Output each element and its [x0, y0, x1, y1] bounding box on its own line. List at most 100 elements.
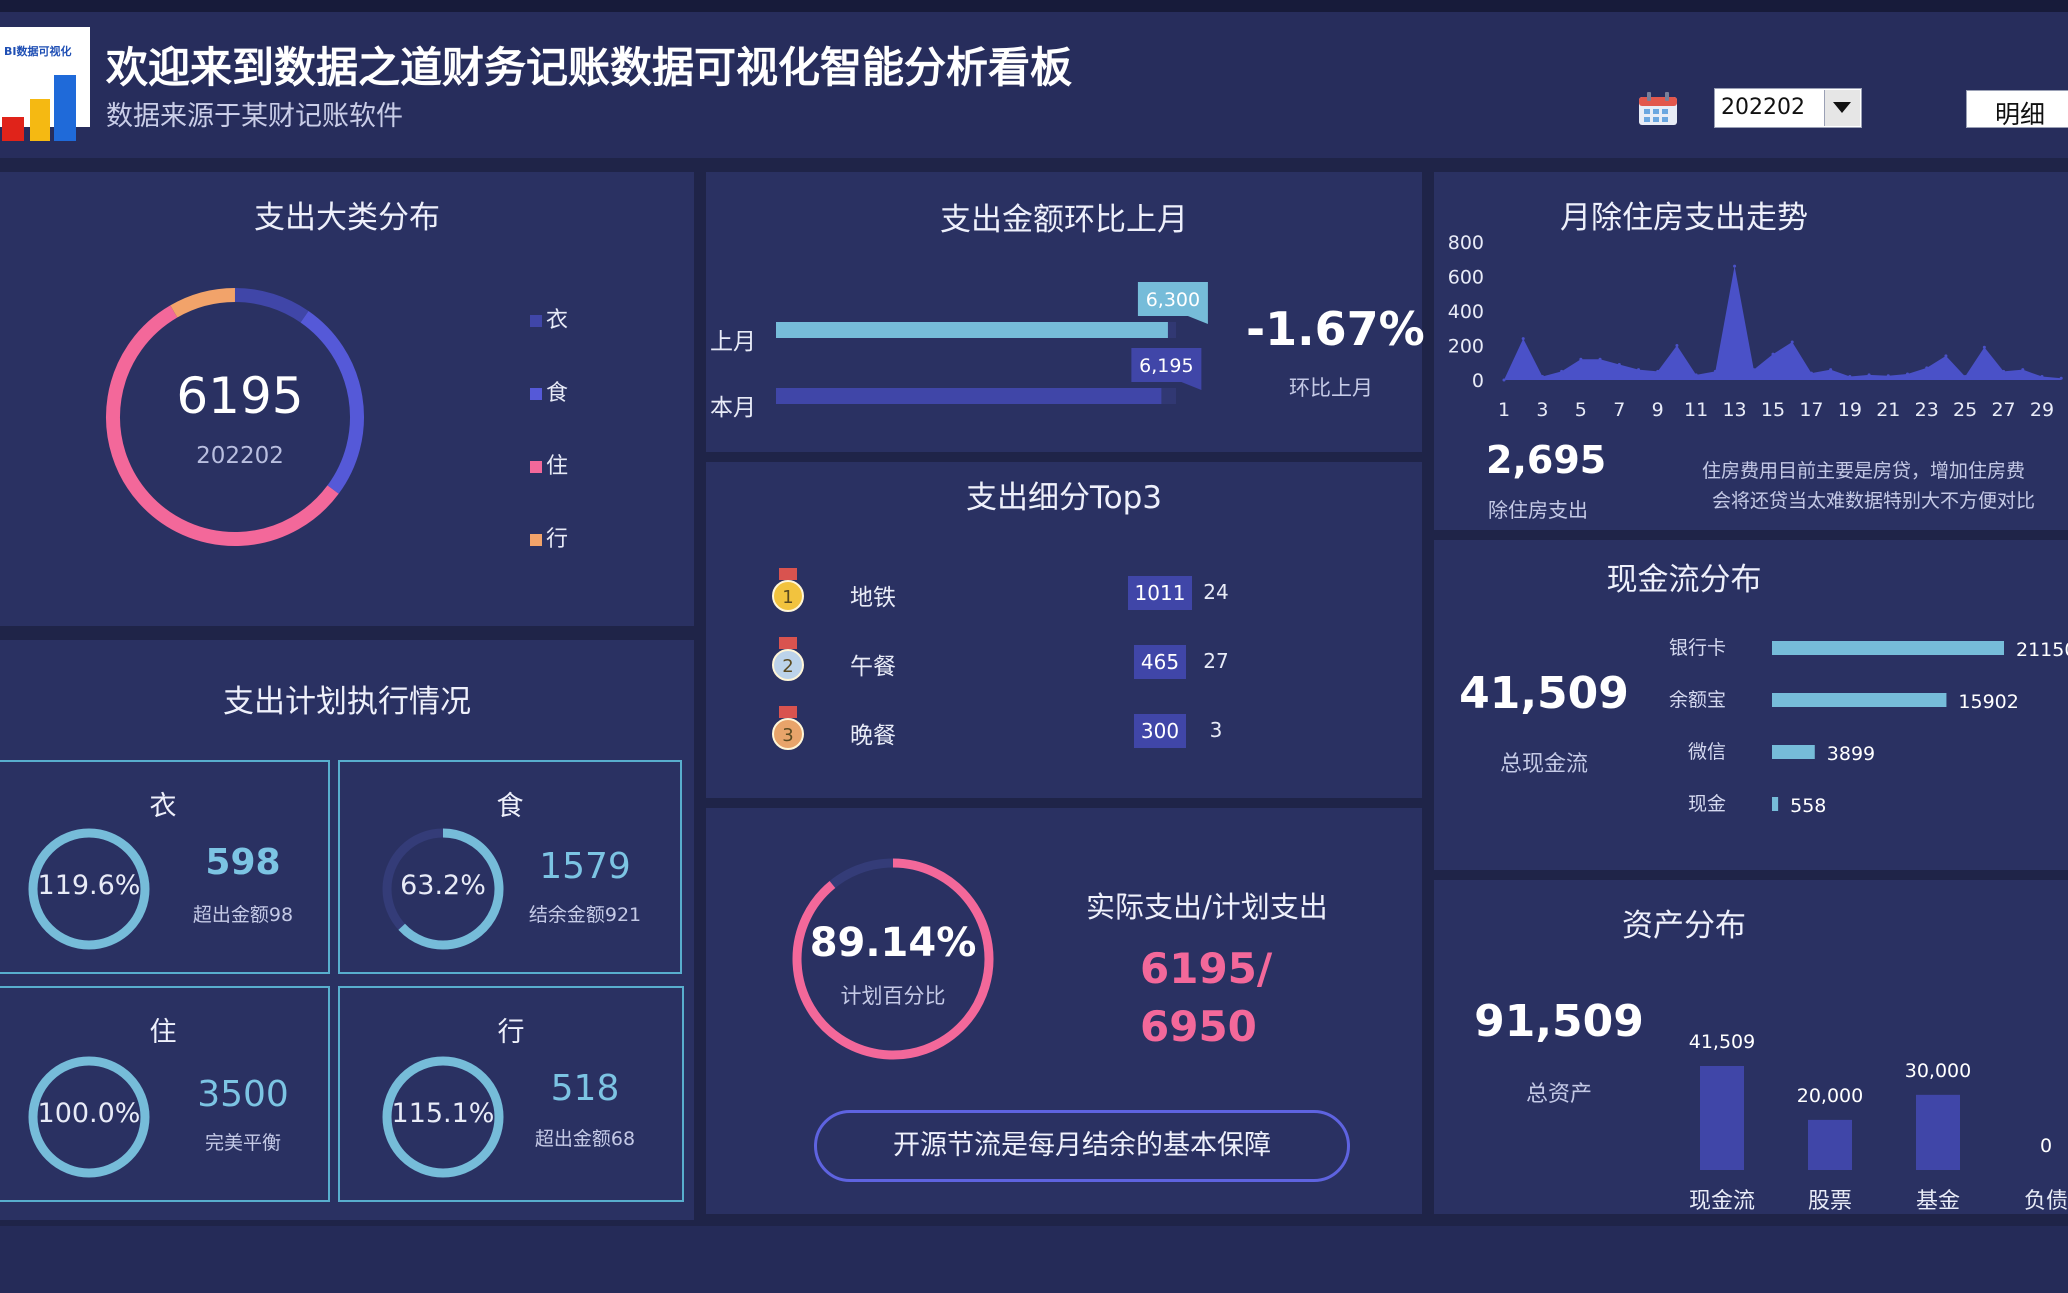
slogan-banner[interactable]: 开源节流是每月结余的基本保障 — [814, 1110, 1350, 1182]
asset-value-label: 30,000 — [1905, 1060, 1971, 1082]
x-tick-label: 15 — [1761, 399, 1785, 421]
chevron-down-icon — [1833, 102, 1851, 113]
svg-text:2: 2 — [782, 656, 793, 677]
detail-button[interactable]: 明细 — [1966, 90, 2068, 129]
plan-sub: 结余金额921 — [528, 904, 642, 926]
trend-point — [1925, 366, 1929, 370]
x-tick-label: 23 — [1915, 399, 1939, 421]
top3-row: 1 地铁 — [706, 568, 1422, 622]
trend-point — [1694, 373, 1698, 377]
assets-title: 资产分布 — [1622, 908, 1746, 944]
assets-bar-chart: 41,509 现金流 20,000 股票 30,000 基金 0 负债 — [1689, 1031, 2068, 1214]
plan-tile-food: 食 63.2% 1579 结余金额921 — [338, 760, 682, 974]
ratio-line1: 6195/ — [1140, 944, 1273, 993]
y-tick-label: 800 — [1448, 232, 1484, 254]
top3-title: 支出细分Top3 — [965, 480, 1163, 516]
asset-category-label: 股票 — [1808, 1189, 1852, 1214]
category-period: 202202 — [196, 443, 284, 469]
trend-point — [1790, 340, 1794, 344]
x-tick-label: 9 — [1652, 399, 1664, 421]
trend-point — [1579, 357, 1583, 361]
top3-amount-bar: 1011 — [1128, 576, 1192, 610]
trend-point — [1637, 368, 1640, 372]
cashflow-bar-chart: 银行卡 21150 余额宝 15902 微信 3899 现金 558 — [1669, 637, 2068, 817]
x-tick-label: 5 — [1575, 399, 1587, 421]
top3-count: 3 — [1209, 718, 1223, 742]
donut-slice-衣 — [234, 288, 309, 323]
asset-value-label: 41,509 — [1689, 1031, 1755, 1053]
trend-point — [1771, 352, 1775, 356]
period-select-value: 202202 — [1721, 95, 1805, 120]
mom-bar-chart: 6,300 6,195 — [776, 282, 1208, 404]
trend-stat-value: 2,695 — [1486, 438, 1607, 482]
plan-tile-name: 住 — [149, 1017, 177, 1048]
mom-change-label: 环比上月 — [1289, 376, 1373, 400]
trend-point — [1829, 368, 1833, 372]
trend-point — [1598, 357, 1602, 361]
cash-bar — [1772, 641, 2004, 655]
logo-text: BI数据可视化 — [4, 45, 72, 58]
legend-item-transport: 行 — [530, 521, 568, 553]
plan-tile-name: 食 — [496, 791, 524, 822]
x-tick-label: 27 — [1991, 399, 2015, 421]
plan-percent: 119.6% — [37, 870, 141, 901]
donut-slice-行 — [170, 288, 236, 318]
cash-bar — [1772, 693, 1947, 707]
legend-label: 行 — [546, 527, 569, 552]
header: BI数据可视化 欢迎来到数据之道财务记账数据可视化智能分析看板 数据来源于某财记… — [0, 12, 2068, 158]
calendar-icon[interactable] — [1638, 92, 1678, 126]
category-panel: 支出大类分布 6195 202202 衣 食 住 行 — [0, 172, 694, 626]
legend-label: 食 — [546, 381, 569, 406]
plan-value: 598 — [205, 842, 281, 883]
legend-item-housing: 住 — [530, 448, 568, 480]
trend-point — [1867, 373, 1871, 377]
cash-category-label: 余额宝 — [1669, 689, 1726, 711]
legend-swatch — [530, 534, 542, 546]
trend-panel: 月除住房支出走势 0 200 400 600 800 1 3 5 7 9 11 13 15 17 19 21 2… — [1434, 172, 2068, 530]
trend-point — [1502, 378, 1506, 382]
trend-point — [1560, 369, 1564, 373]
category-title: 支出大类分布 — [254, 200, 440, 236]
asset-bar — [1700, 1066, 1744, 1170]
plan-value: 518 — [550, 1068, 620, 1109]
asset-value-label: 20,000 — [1797, 1085, 1863, 1107]
y-tick-label: 0 — [1472, 370, 1484, 392]
cash-category-label: 银行卡 — [1669, 637, 1726, 659]
logo-bar-yellow — [30, 99, 50, 141]
trend-point — [1733, 264, 1737, 268]
trend-point — [2059, 376, 2063, 380]
trend-note-line1: 住房费用目前主要是房贷，增加住房费 — [1702, 460, 2026, 482]
cashflow-total-label: 总现金流 — [1499, 752, 1588, 777]
x-tick-label: 3 — [1536, 399, 1548, 421]
plan-sub: 超出金额98 — [192, 904, 294, 926]
legend-label: 衣 — [546, 308, 569, 333]
cash-bar — [1772, 797, 1779, 811]
trend-stat-label: 除住房支出 — [1488, 498, 1588, 522]
top3-count: 24 — [1203, 580, 1229, 604]
category-total: 6195 — [176, 367, 304, 425]
x-tick-label: 17 — [1799, 399, 1823, 421]
cash-category-label: 现金 — [1688, 793, 1726, 815]
legend-swatch — [530, 315, 542, 327]
plan-sub: 完美平衡 — [204, 1132, 281, 1154]
trend-point — [1521, 337, 1525, 341]
medal-icon: 2 — [772, 637, 804, 681]
cash-value-label: 3899 — [1827, 743, 1875, 765]
cash-value-label: 15902 — [1958, 691, 2018, 713]
period-select[interactable]: 202202 — [1714, 88, 1862, 128]
plan-title: 支出计划执行情况 — [223, 684, 471, 720]
trend-point — [1848, 375, 1852, 379]
asset-category-label: 基金 — [1916, 1189, 1960, 1214]
legend-item-clothing: 衣 — [530, 302, 568, 334]
plan-tile-housing: 住 100.0% 3500 完美平衡 — [0, 986, 330, 1202]
asset-category-label: 负债 — [2024, 1189, 2068, 1214]
trend-area-chart: 02004006008001 3 5 7 9 11 13 15 17 19 21 23 25 27 29 — [1448, 232, 2063, 421]
cash-category-label: 微信 — [1688, 741, 1726, 763]
trend-point — [1809, 371, 1813, 375]
page-title: 欢迎来到数据之道财务记账数据可视化智能分析看板 — [106, 43, 1073, 92]
asset-bar — [1808, 1119, 1852, 1170]
bottom-strip — [0, 1226, 2068, 1293]
plan-tile-clothing: 衣 119.6% 598 超出金额98 — [0, 760, 330, 974]
period-select-button[interactable] — [1824, 90, 1860, 126]
top3-amount-bar: 300 — [1134, 714, 1186, 748]
